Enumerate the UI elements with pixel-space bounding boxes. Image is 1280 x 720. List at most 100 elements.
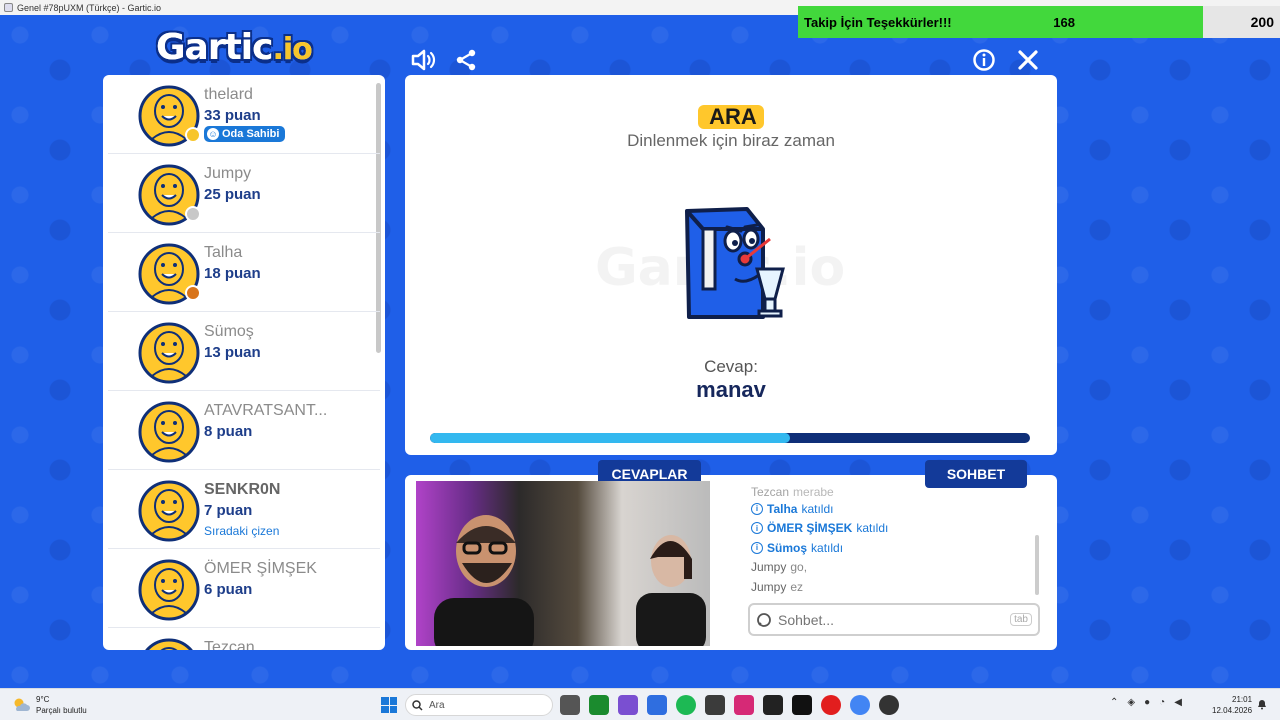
chat-text: go, [790, 560, 808, 575]
info-icon[interactable] [970, 46, 998, 74]
room-owner-badge: ☺ Oda Sahibi [204, 126, 286, 142]
obs-icon[interactable] [879, 695, 899, 715]
chat-user[interactable]: Jumpy [751, 560, 786, 574]
info-icon: i [751, 502, 763, 515]
round-card: ARA Dinlenmek için biraz zaman Gartic.io… [405, 75, 1057, 455]
search-icon [412, 699, 423, 711]
tiktok-icon[interactable] [792, 695, 812, 715]
round-subtitle: Dinlenmek için biraz zaman [627, 131, 835, 150]
opera-icon[interactable] [821, 695, 841, 715]
xbox-icon[interactable] [589, 695, 609, 715]
player-row[interactable]: Talha 18 puan [108, 233, 380, 312]
player-name: thelard [204, 86, 253, 103]
chat-input-box[interactable]: tab [748, 603, 1040, 636]
chat-scrollbar[interactable] [1035, 535, 1039, 595]
info-icon: i [751, 541, 763, 554]
streamer-webcam-overlay [416, 481, 710, 646]
player-name: ATAVRATSANT... [204, 402, 328, 419]
player-name: Tezcan [204, 639, 255, 650]
player-row[interactable]: Tezcan [108, 628, 380, 650]
player-row[interactable]: Jumpy 25 puan [108, 154, 380, 233]
player-name: Sümoş [204, 323, 254, 340]
clock-time: 21:01 [1232, 695, 1253, 704]
taskbar-search[interactable]: Ara [405, 694, 553, 716]
player-row[interactable]: Sümoş 13 puan [108, 312, 380, 391]
chat-panel: CEVAPLAR SOHBET Tezcan merabe i Talha katıld… [405, 460, 1057, 650]
rank-dot [185, 206, 201, 222]
chat-user[interactable]: ÖMER ŞİMŞEK [767, 521, 852, 535]
network-icon[interactable]: ◈ [1127, 697, 1135, 708]
chat-user[interactable]: Sümoş [767, 541, 807, 555]
mic-icon[interactable]: ● [1144, 697, 1150, 708]
chat-text: ez [790, 579, 804, 594]
player-score: 33 puan [204, 107, 261, 124]
player-avatar [138, 401, 200, 463]
player-row[interactable]: thelard 33 puan ☺ Oda Sahibi [108, 75, 380, 154]
tab-key-hint: tab [1010, 613, 1032, 626]
stream-follow-goal: Takip İçin Teşekkürler!!! 168 200 [798, 6, 1280, 38]
windows-taskbar: 9°C Parçalı bulutlu Ara ⌃ ◈ ● ◔ ◀ 21:01 1… [0, 688, 1280, 720]
chat-messages: Tezcan merabe i Talha katıldı i ÖMER ŞİMŞEK kat… [751, 485, 1041, 597]
chat-system-message: i Sümoş katıldı [751, 538, 1041, 558]
app-icon [4, 3, 13, 12]
capcut-icon[interactable] [763, 695, 783, 715]
task-view-icon[interactable] [560, 695, 580, 715]
store-icon[interactable] [705, 695, 725, 715]
app-icon-1[interactable] [618, 695, 638, 715]
window-title: Genel #78pUXM (Türkçe) - Gartic.io [17, 2, 162, 13]
player-row[interactable]: SENKR0N 7 puan Sıradaki çizen [108, 470, 380, 549]
round-timer-fill [430, 433, 790, 443]
partly-cloudy-icon [14, 698, 30, 711]
player-row[interactable]: ÖMER ŞİMŞEK 6 puan [108, 549, 380, 628]
search-label: Ara [429, 699, 445, 711]
player-score: 18 puan [204, 265, 261, 282]
player-avatar [138, 559, 200, 621]
spotify-icon[interactable] [676, 695, 696, 715]
chat-message: Jumpy go, [751, 558, 1041, 578]
chat-message: Tezcan merabe [751, 485, 1041, 499]
rank-dot [185, 285, 201, 301]
logo-suffix: .io [272, 32, 312, 67]
chat-input[interactable] [778, 611, 1011, 628]
chat-bubble-icon [757, 612, 771, 627]
wifi-icon[interactable]: ◔ [1159, 697, 1165, 708]
info-icon: i [751, 522, 763, 535]
player-name: SENKR0N [204, 481, 281, 498]
chat-text: katıldı [801, 501, 834, 516]
weather-temp: 9°C [36, 695, 50, 704]
player-avatar [138, 480, 200, 542]
taskbar-clock[interactable]: 21:01 12.04.2026 [1212, 694, 1252, 716]
start-button[interactable] [381, 697, 397, 713]
player-score: 13 puan [204, 344, 261, 361]
tab-chat[interactable]: SOHBET [925, 460, 1027, 488]
taskbar-apps [560, 695, 899, 715]
player-row[interactable]: ATAVRATSANT... 8 puan [108, 391, 380, 470]
gartic-logo[interactable]: Gartic.io [156, 27, 313, 68]
close-icon[interactable] [1014, 46, 1042, 74]
player-avatar [145, 638, 193, 650]
system-tray[interactable]: ⌃ ◈ ● ◔ ◀ [1110, 697, 1182, 708]
sound-icon[interactable] [409, 46, 437, 74]
streamer-person-right [636, 535, 706, 646]
badge-label: Oda Sahibi [222, 128, 280, 140]
chat-user[interactable]: Tezcan [751, 485, 789, 499]
chat-user[interactable]: Talha [767, 502, 797, 516]
share-icon[interactable] [452, 46, 480, 74]
player-list: thelard 33 puan ☺ Oda Sahibi Jumpy 25 puan Tal… [103, 75, 385, 650]
weather-widget[interactable]: 9°C Parçalı bulutlu [12, 694, 87, 716]
mascot-drinking-icon [675, 199, 795, 333]
player-name: Jumpy [204, 165, 252, 182]
chat-text: merabe [793, 485, 834, 499]
notification-bell-icon[interactable] [1256, 698, 1268, 710]
copilot-icon[interactable] [647, 695, 667, 715]
volume-icon[interactable]: ◀ [1174, 697, 1182, 708]
chat-text: katıldı [856, 521, 889, 536]
chevron-up-icon[interactable]: ⌃ [1110, 697, 1118, 708]
player-name: Talha [204, 244, 243, 261]
chrome-icon[interactable] [850, 695, 870, 715]
chat-user[interactable]: Jumpy [751, 580, 786, 594]
player-name: ÖMER ŞİMŞEK [204, 560, 317, 577]
streamer-person-left [434, 515, 534, 646]
goal-message: Takip İçin Teşekkürler!!! [804, 14, 952, 30]
instagram-icon[interactable] [734, 695, 754, 715]
